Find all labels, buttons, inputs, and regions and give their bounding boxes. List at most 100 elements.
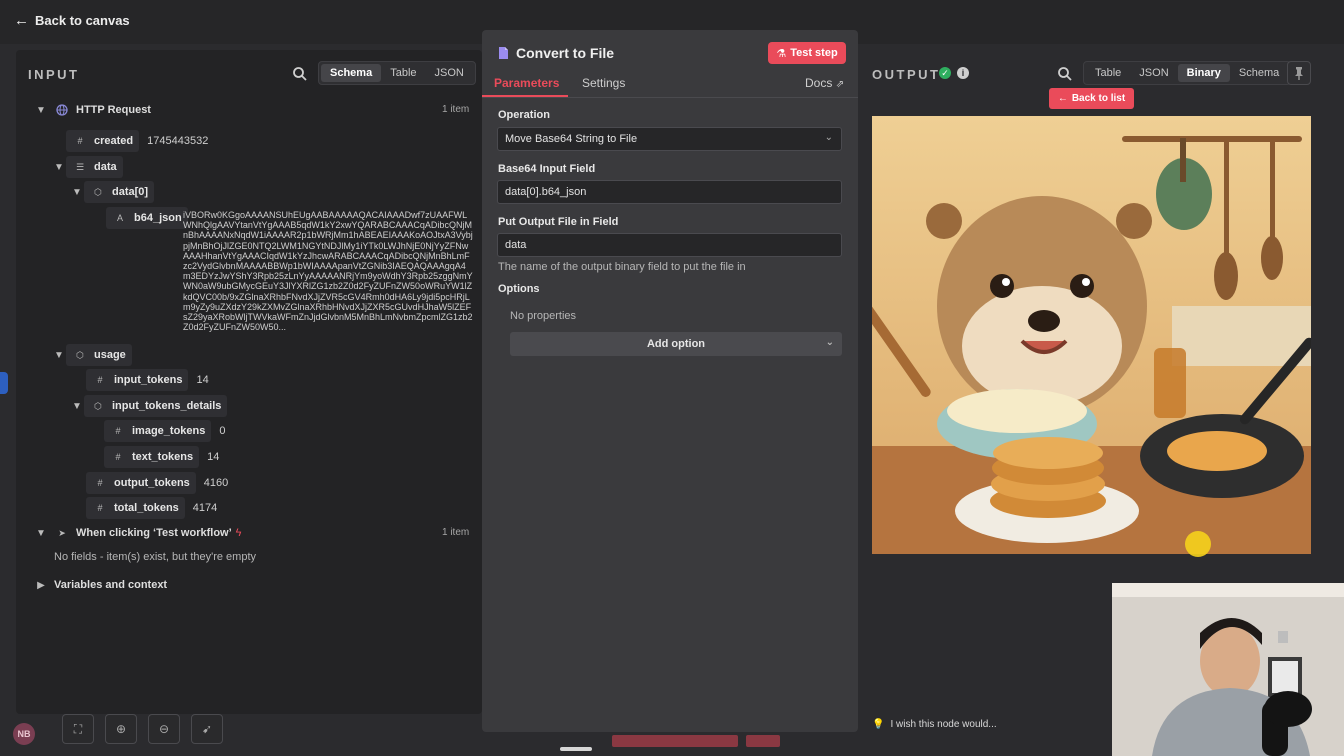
back-to-list-button[interactable]: ← Back to list: [1049, 88, 1134, 109]
test-step-button[interactable]: ⚗ Test step: [768, 42, 846, 64]
tree-field-text-tokens[interactable]: # text_tokens 14: [104, 446, 219, 468]
text-type-icon: A: [116, 213, 123, 223]
hash-icon: #: [97, 375, 103, 385]
trigger-label: When clicking ‘Test workflow’: [76, 527, 232, 539]
output-field-label: Put Output File in Field: [498, 216, 619, 228]
execute-workflow-button[interactable]: [612, 735, 738, 747]
field-key: usage: [94, 349, 126, 361]
avatar[interactable]: NB: [13, 723, 35, 745]
field-key: data: [94, 161, 117, 173]
tree-node-usage[interactable]: ▼ ⬡ usage: [52, 344, 132, 366]
output-binary-field[interactable]: data: [497, 233, 842, 257]
search-icon[interactable]: [292, 66, 308, 82]
chevron-right-icon[interactable]: ▶: [34, 580, 48, 591]
cube-icon: ⬡: [94, 400, 102, 411]
base64-input-field[interactable]: data[0].b64_json: [497, 180, 842, 204]
tree-node-variables[interactable]: ▶ Variables and context: [34, 579, 167, 591]
feedback-prompt[interactable]: 💡 I wish this node would...: [872, 719, 997, 730]
back-to-canvas-link[interactable]: ← Back to canvas: [14, 12, 130, 29]
fit-view-icon[interactable]: ⛶: [62, 714, 94, 744]
field-value: 4174: [192, 502, 218, 514]
input-panel: INPUT Schema Table JSON ▼ HTTP Request 1…: [16, 50, 482, 714]
tree-field-b64-json[interactable]: Ab64_json: [106, 207, 188, 229]
variables-label: Variables and context: [54, 579, 168, 591]
field-key: image_tokens: [132, 425, 206, 437]
node-title: Convert to File: [496, 45, 614, 61]
tab-table[interactable]: Table: [1086, 64, 1130, 82]
zoom-in-icon[interactable]: ⊕: [105, 714, 137, 744]
lightning-icon: ϟ: [235, 527, 242, 539]
no-properties-text: No properties: [510, 310, 577, 322]
tab-binary[interactable]: Binary: [1177, 64, 1230, 82]
success-check-icon: ✓: [939, 67, 951, 79]
tree-field-total-tokens[interactable]: # total_tokens 4174: [86, 497, 217, 519]
tree-node-http-request[interactable]: ▼ HTTP Request: [34, 102, 151, 118]
tab-settings[interactable]: Settings: [582, 76, 625, 90]
convert-file-icon: [499, 47, 508, 59]
tab-json[interactable]: JSON: [426, 64, 473, 82]
tree-node-data0[interactable]: ▼ ⬡ data[0]: [70, 181, 155, 203]
node-tabs: Parameters Settings Docs ⇗: [482, 72, 858, 98]
field-value: 14: [207, 451, 220, 463]
base64-field-label: Base64 Input Field: [498, 163, 596, 175]
hash-icon: #: [115, 452, 121, 462]
active-tab-indicator: [482, 95, 568, 97]
zoom-out-icon[interactable]: ⊖: [148, 714, 180, 744]
globe-side-tab[interactable]: [0, 372, 8, 394]
cube-icon: ⬡: [94, 186, 102, 197]
node-title-text: Convert to File: [516, 45, 615, 61]
http-request-count: 1 item: [442, 104, 470, 115]
delete-execution-button[interactable]: [746, 735, 780, 747]
scroll-handle[interactable]: [560, 747, 592, 751]
chevron-down-icon[interactable]: ▼: [34, 528, 48, 539]
tidy-up-icon[interactable]: ➹: [191, 714, 223, 744]
docs-link[interactable]: Docs ⇗: [805, 76, 844, 90]
field-value: 1745443532: [147, 135, 209, 147]
tree-node-data[interactable]: ▼ ☰ data: [52, 156, 123, 178]
arrow-left-icon: ←: [1057, 93, 1068, 104]
binary-image-preview[interactable]: [872, 116, 1311, 554]
back-to-list-label: Back to list: [1071, 93, 1126, 104]
tab-json[interactable]: JSON: [1130, 64, 1177, 82]
operation-value: Move Base64 String to File: [505, 133, 638, 145]
tab-parameters[interactable]: Parameters: [494, 76, 559, 90]
tree-field-output-tokens[interactable]: # output_tokens 4160: [86, 472, 228, 494]
search-icon[interactable]: [1057, 66, 1073, 82]
tab-schema[interactable]: Schema: [1230, 64, 1288, 82]
field-key: total_tokens: [114, 502, 179, 514]
chevron-down-icon[interactable]: ▼: [70, 401, 84, 412]
cube-icon: ⬡: [76, 349, 84, 360]
operation-select[interactable]: Move Base64 String to File ⌄: [497, 127, 842, 151]
flask-icon: ⚗: [776, 47, 787, 60]
tree-field-image-tokens[interactable]: # image_tokens 0: [104, 420, 226, 442]
output-field-value: data: [505, 239, 527, 251]
tree-field-input-tokens[interactable]: # input_tokens 14: [86, 369, 209, 391]
hash-icon: #: [97, 503, 103, 513]
output-view-toggle: Table JSON Binary Schema: [1083, 61, 1292, 85]
hash-icon: #: [97, 478, 103, 488]
tree-node-trigger[interactable]: ▼ ➤ When clicking ‘Test workflow’ ϟ: [34, 525, 241, 541]
trigger-count: 1 item: [442, 527, 470, 538]
input-view-toggle: Schema Table JSON: [318, 61, 476, 85]
chevron-down-icon[interactable]: ▼: [52, 350, 66, 361]
docs-label: Docs: [805, 76, 833, 90]
field-key: created: [94, 135, 134, 147]
add-option-button[interactable]: Add option ⌄: [510, 332, 842, 356]
chevron-down-icon[interactable]: ▼: [34, 105, 48, 116]
tab-schema[interactable]: Schema: [321, 64, 382, 82]
lightbulb-icon: 💡: [872, 719, 885, 730]
operation-label: Operation: [498, 109, 550, 121]
tree-node-input-tokens-details[interactable]: ▼ ⬡ input_tokens_details: [70, 395, 228, 417]
http-request-label: HTTP Request: [76, 104, 151, 116]
trigger-empty-note: No fields - item(s) exist, but they're e…: [54, 551, 256, 563]
field-key: text_tokens: [132, 451, 194, 463]
hash-icon: #: [77, 136, 83, 146]
webcam-overlay: [1112, 583, 1344, 756]
tree-field-created[interactable]: # created 1745443532: [66, 130, 208, 152]
chevron-down-icon[interactable]: ▼: [70, 187, 84, 198]
chevron-down-icon[interactable]: ▼: [52, 162, 66, 173]
tab-table[interactable]: Table: [381, 64, 425, 82]
field-key: output_tokens: [114, 477, 190, 489]
pin-icon[interactable]: [1287, 61, 1311, 85]
info-icon[interactable]: i: [957, 67, 969, 79]
